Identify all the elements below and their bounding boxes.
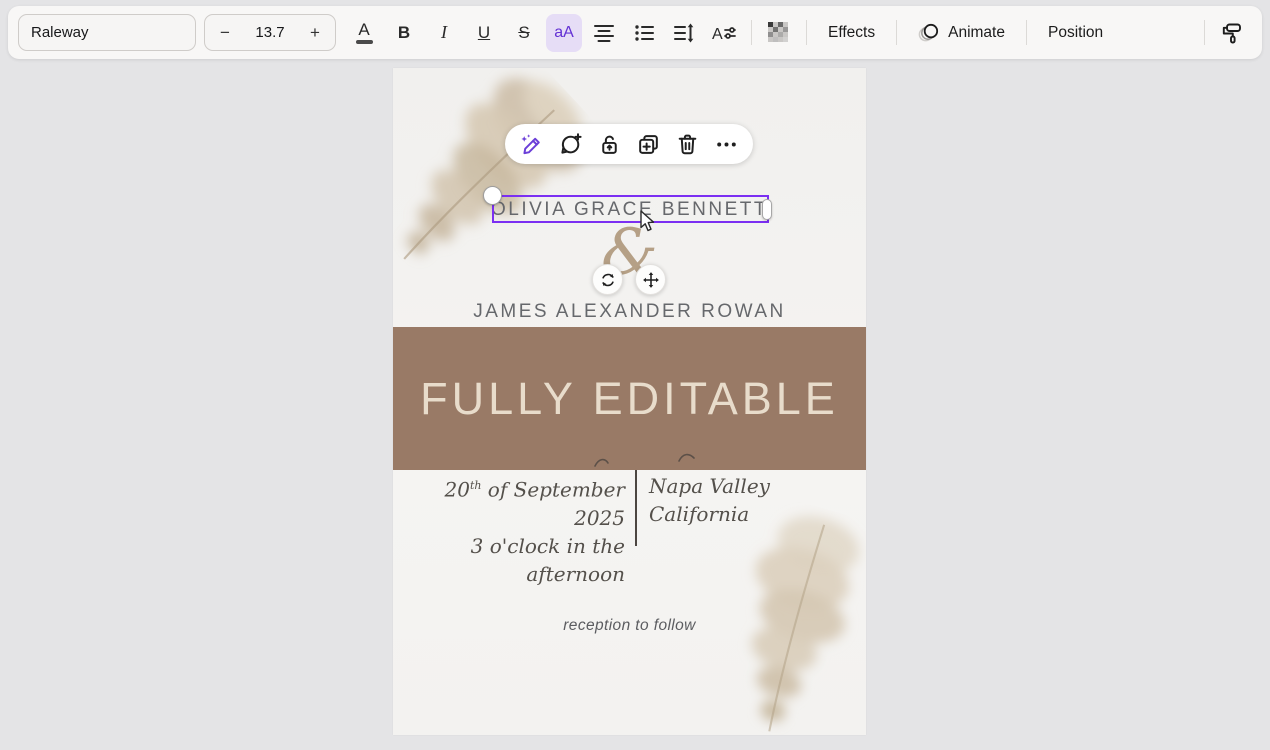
font-family-value: Raleway xyxy=(31,24,89,41)
magic-edit-icon xyxy=(519,132,544,157)
paint-roller-icon xyxy=(1219,20,1245,46)
script-fragment xyxy=(591,454,613,470)
font-size-stepper: − 13.7 + xyxy=(204,14,336,51)
date-location-block[interactable]: 20th of September 2025 3 o'clock in the … xyxy=(393,472,866,588)
underline-button[interactable]: U xyxy=(466,14,502,52)
script-fragment xyxy=(676,450,698,466)
lock-icon xyxy=(597,132,622,157)
bold-button[interactable]: B xyxy=(386,14,422,52)
move-handle[interactable] xyxy=(635,264,666,295)
watermark-banner: FULLY EDITABLE xyxy=(393,327,866,470)
italic-button[interactable]: I xyxy=(426,14,462,52)
ampersand-graphic[interactable]: & xyxy=(393,218,866,288)
location-line2: California xyxy=(649,500,770,528)
move-icon xyxy=(642,271,660,289)
text-color-button[interactable]: A xyxy=(346,14,382,52)
toolbar-divider xyxy=(1204,20,1205,45)
toolbar-divider xyxy=(1026,20,1027,45)
magic-edit-button[interactable] xyxy=(518,131,544,157)
font-size-increase-button[interactable]: + xyxy=(295,23,335,43)
column-divider xyxy=(635,470,637,546)
trash-icon xyxy=(675,132,700,157)
bullet-list-button[interactable] xyxy=(626,14,662,52)
more-options-button[interactable] xyxy=(714,131,740,157)
selection-width-handle[interactable] xyxy=(762,199,772,220)
lock-button[interactable] xyxy=(596,131,622,157)
line-spacing-button[interactable] xyxy=(666,14,702,52)
location-text: Napa Valley California xyxy=(649,472,770,588)
text-color-swatch xyxy=(356,40,373,44)
toolbar-divider xyxy=(751,20,752,45)
animate-icon xyxy=(918,21,941,44)
duplicate-icon xyxy=(636,132,661,157)
selection-corner-handle[interactable] xyxy=(483,186,502,205)
add-comment-icon xyxy=(558,132,583,157)
date-time-text: 20th of September 2025 3 o'clock in the … xyxy=(393,472,625,588)
effects-button[interactable]: Effects xyxy=(816,14,887,52)
transparency-icon xyxy=(766,20,792,46)
bullet-list-icon xyxy=(632,21,656,45)
time-line: 3 o'clock in the afternoon xyxy=(393,532,625,588)
location-line1: Napa Valley xyxy=(649,472,770,500)
font-size-value[interactable]: 13.7 xyxy=(245,24,295,41)
text-selection-box[interactable] xyxy=(492,195,769,223)
more-icon xyxy=(714,132,739,157)
reception-note-text[interactable]: reception to follow xyxy=(393,617,866,635)
toolbar-divider xyxy=(806,20,807,45)
transparency-button[interactable] xyxy=(761,14,797,52)
text-color-glyph: A xyxy=(358,21,369,38)
rotate-handle[interactable] xyxy=(592,264,623,295)
duplicate-button[interactable] xyxy=(636,131,662,157)
rotate-icon xyxy=(599,271,617,289)
mouse-cursor xyxy=(638,209,656,233)
format-toolbar: Raleway − 13.7 + A B I U S aA xyxy=(8,6,1262,59)
copy-style-button[interactable] xyxy=(1214,14,1250,52)
text-settings-icon: A xyxy=(711,21,737,45)
add-comment-button[interactable] xyxy=(557,131,583,157)
date-line: 20th of September 2025 xyxy=(393,472,625,532)
letter-case-button[interactable]: aA xyxy=(546,14,582,52)
groom-name-text[interactable]: JAMES ALEXANDER ROWAN xyxy=(393,301,866,323)
font-size-decrease-button[interactable]: − xyxy=(205,23,245,43)
canva-editor: Raleway − 13.7 + A B I U S aA xyxy=(0,0,1270,750)
delete-button[interactable] xyxy=(675,131,701,157)
watermark-banner-text: FULLY EDITABLE xyxy=(420,373,839,425)
line-spacing-icon xyxy=(672,21,696,45)
animate-button[interactable]: Animate xyxy=(906,14,1017,52)
element-action-toolbar xyxy=(505,124,753,164)
align-center-icon xyxy=(592,21,616,45)
strikethrough-button[interactable]: S xyxy=(506,14,542,52)
text-settings-button[interactable]: A xyxy=(706,14,742,52)
position-button[interactable]: Position xyxy=(1036,14,1115,52)
toolbar-divider xyxy=(896,20,897,45)
font-family-selector[interactable]: Raleway xyxy=(18,14,196,51)
animate-label: Animate xyxy=(948,24,1005,42)
align-center-button[interactable] xyxy=(586,14,622,52)
design-canvas-page[interactable]: OLIVIA GRACE BENNETT & JAMES ALEXANDER R… xyxy=(393,68,866,735)
svg-text:A: A xyxy=(712,26,723,43)
